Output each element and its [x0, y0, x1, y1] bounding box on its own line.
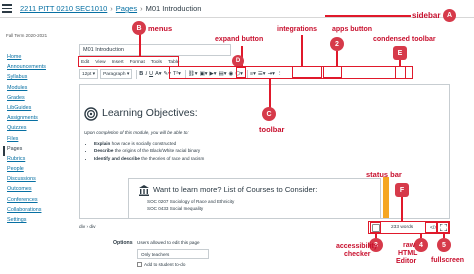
annotation-toolbar-label: toolbar	[259, 125, 285, 134]
breadcrumb-course[interactable]: 2211 PITT 0210 SEC1010	[20, 4, 107, 13]
sidebar-item-syllabus[interactable]: Syllabus	[7, 74, 46, 84]
objectives-list: Explain how race is socially constructed…	[90, 141, 204, 163]
annotation-badge-e: E	[393, 46, 407, 60]
course-sidebar: Fall Term 2020-2021 Home Announcements S…	[0, 19, 60, 274]
courses-list: SOC 0207 Sociology of Race and Ethnicity…	[147, 199, 234, 213]
font-size-select[interactable]: 12pt ▾	[79, 69, 99, 79]
italic-icon[interactable]: I	[145, 69, 147, 79]
student-todo-label: Add to student to-do	[144, 262, 186, 267]
edit-permission-select[interactable]: Only teachers	[137, 249, 209, 259]
annotation-condensed-label: condensed toolbar	[373, 36, 436, 43]
courses-box: Want to learn more? List of Courses to C…	[128, 178, 381, 218]
annotation-box-fullscreen	[437, 222, 449, 233]
annotation-accessibility-line1: accessibility	[336, 243, 378, 250]
sidebar-item-files[interactable]: Files	[7, 136, 46, 146]
page-title-input[interactable]	[79, 44, 231, 56]
accent-bar	[383, 177, 389, 218]
annotation-badge-f: F	[395, 183, 409, 197]
sidebar-item-grades[interactable]: Grades	[7, 95, 46, 105]
sidebar-item-discussions[interactable]: Discussions	[7, 176, 46, 186]
annotation-html-line2: HTML	[398, 250, 418, 257]
sidebar-item-home[interactable]: Home	[7, 54, 46, 64]
annotation-box-toolbar	[169, 66, 413, 79]
editor-content-area[interactable]: Learning Objectives: Upon completion of …	[79, 84, 450, 219]
annotation-box-menus	[78, 56, 179, 67]
sidebar-item-quizzes[interactable]: Quizzes	[7, 125, 46, 135]
underline-icon[interactable]: U	[149, 69, 153, 79]
term-label: Fall Term 2020-2021	[6, 33, 48, 38]
annotation-badge-five: 5	[437, 238, 451, 252]
annotation-line	[336, 51, 338, 66]
toolbar-divider	[136, 69, 138, 79]
list-item: Describe the origins of the Black/White …	[94, 148, 204, 155]
annotation-line	[325, 15, 411, 17]
annotation-accessibility-line2: checker	[344, 251, 371, 258]
text-color-icon[interactable]: A▾	[155, 69, 161, 79]
options-label: Options	[113, 240, 133, 246]
editor-inner: Learning Objectives: Upon completion of …	[80, 85, 449, 218]
annotation-badge-a: A	[443, 9, 456, 22]
annotation-box-accessibility	[370, 222, 381, 233]
sidebar-item-people[interactable]: People	[7, 166, 46, 176]
annotation-accessibility-label2: checker	[344, 251, 370, 258]
university-icon	[139, 185, 149, 196]
breadcrumb: 2211 PITT 0210 SEC1010 › Pages › M01 Introdu…	[20, 4, 202, 13]
font-size-value: 12pt	[82, 71, 92, 77]
edit-permission-label: Users allowed to edit this page	[137, 240, 200, 245]
edit-permission-value: Only teachers	[141, 252, 170, 257]
annotation-statusbar-label: status bar	[366, 170, 402, 179]
bold-icon[interactable]: B	[139, 69, 143, 79]
courses-box-title: Want to learn more? List of Courses to C…	[153, 185, 318, 194]
annotation-badge-c: C	[262, 107, 276, 121]
annotation-html-line3: Editor	[396, 258, 417, 265]
annotation-line	[269, 79, 271, 108]
learning-objectives-heading: Learning Objectives:	[102, 107, 198, 119]
breadcrumb-pages[interactable]: Pages	[116, 4, 137, 13]
annotation-expand-label: expand button	[215, 36, 264, 43]
annotation-accessibility-label: accessibility	[336, 243, 378, 250]
sidebar-item-collaborations[interactable]: Collaborations	[7, 207, 46, 217]
objectives-intro: Upon completion of this module, you will…	[84, 130, 189, 135]
sidebar-item-outcomes[interactable]: Outcomes	[7, 186, 46, 196]
annotation-sidebar-label: sidebar	[412, 11, 441, 20]
block-format-select[interactable]: Paragraph ▾	[100, 69, 133, 79]
sidebar-item-assignments[interactable]: Assignments	[7, 115, 46, 125]
list-item: Identify and describe the theories of ra…	[94, 156, 204, 163]
annotation-integrations-label: integrations	[277, 26, 318, 33]
sidebar-item-conferences[interactable]: Conferences	[7, 197, 46, 207]
annotation-badge-two: 2	[330, 37, 344, 51]
annotation-apps-label: apps button	[332, 26, 373, 33]
hamburger-icon[interactable]	[2, 4, 12, 13]
student-todo-checkbox[interactable]: Add to student to-do	[137, 262, 185, 267]
list-item: Explain how race is socially constructed	[94, 141, 204, 148]
page: 2211 PITT 0210 SEC1010 › Pages › M01 Introdu…	[0, 0, 474, 274]
sidebar-item-settings[interactable]: Settings	[7, 217, 46, 227]
annotation-box-html	[425, 222, 437, 233]
sidebar-item-announcements[interactable]: Announcements	[7, 64, 46, 74]
annotation-line	[301, 35, 303, 67]
checkbox-icon[interactable]	[137, 262, 142, 267]
sidebar-item-pages[interactable]: Pages	[3, 145, 46, 156]
course-nav: Home Announcements Syllabus Modules Grad…	[3, 54, 46, 227]
list-item: SOC 0433 Social Inequality	[147, 206, 204, 211]
sidebar-item-rubrics[interactable]: Rubrics	[7, 156, 46, 166]
sidebar-item-modules[interactable]: Modules	[7, 85, 46, 95]
breadcrumb-current: M01 Introduction	[145, 4, 202, 13]
annotation-menus-label: menus	[148, 24, 173, 33]
block-format-value: Paragraph	[103, 71, 126, 77]
target-icon	[84, 107, 98, 121]
element-path[interactable]: div › div	[79, 225, 96, 230]
list-item: SOC 0207 Sociology of Race and Ethnicity	[147, 199, 235, 204]
sidebar-item-libguides[interactable]: LibGuides	[7, 105, 46, 115]
annotation-fullscreen-label: fullscreen	[431, 257, 465, 264]
annotation-badge-b: B	[132, 21, 146, 35]
annotation-line	[401, 197, 403, 221]
annotation-html-line1: raw	[403, 242, 416, 249]
